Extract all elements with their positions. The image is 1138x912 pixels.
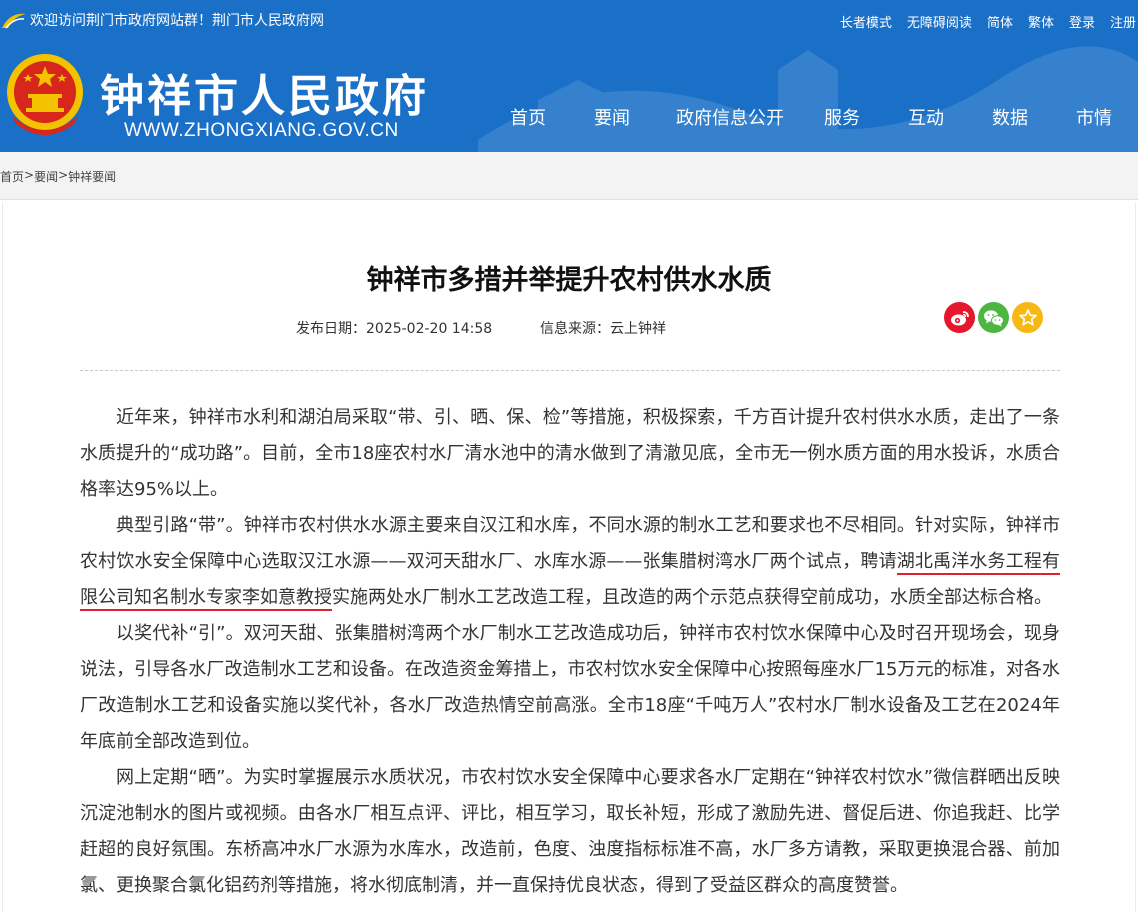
favorite-star-icon <box>1018 308 1037 326</box>
top-bar: 欢迎访问荆门市政府网站群！荆门市人民政府网 长者模式 无障碍阅读 简体 繁体 登… <box>0 0 1138 42</box>
publish-date: 发布日期：2025-02-20 14:58 <box>296 321 493 337</box>
weibo-icon <box>950 310 969 325</box>
nav-item-data[interactable]: 数据 <box>992 104 1028 130</box>
breadcrumb-bar: 首页 > 要闻 > 钟祥要闻 <box>0 152 1138 200</box>
article-paragraph: 典型引路“带”。钟祥市农村供水水源主要来自汉江和水库，不同水源的制水工艺和要求也… <box>80 508 1061 616</box>
breadcrumb-zhongxiang-news[interactable]: 钟祥要闻 <box>68 168 116 185</box>
article-paragraph: 以奖代补“引”。双河天甜、张集腊树湾两个水厂制水工艺改造成功后，钟祥市农村饮水保… <box>80 623 1060 752</box>
breadcrumb-home[interactable]: 首页 <box>0 168 24 185</box>
group-logo-icon <box>2 13 26 29</box>
share-buttons <box>944 302 1046 333</box>
paragraph-text: 实施两处水厂制水工艺改造工程，且改造的两个示范点获得空前成功，水质全部达标合格。 <box>332 587 1052 608</box>
title-divider <box>80 370 1060 371</box>
main-nav: 首页 要闻 政府信息公开 服务 互动 数据 市情 <box>488 104 1138 130</box>
senior-mode-link[interactable]: 长者模式 <box>840 12 892 31</box>
highlighted-company-name: 湖北禹洋水务工程有 <box>896 551 1061 575</box>
welcome-text[interactable]: 欢迎访问荆门市政府网站群！荆门市人民政府网 <box>30 10 324 30</box>
nav-item-news[interactable]: 要闻 <box>594 104 630 130</box>
info-source: 信息来源：云上钟祥 <box>540 321 666 337</box>
breadcrumb-separator: > <box>58 168 69 182</box>
article-title: 钟祥市多措并举提升农村供水水质 <box>366 265 772 296</box>
site-header: 欢迎访问荆门市政府网站群！荆门市人民政府网 长者模式 无障碍阅读 简体 繁体 登… <box>0 0 1138 152</box>
register-link[interactable]: 注册 <box>1110 12 1136 31</box>
breadcrumb-separator: > <box>24 168 35 182</box>
article-paragraph: 近年来，钟祥市水利和湖泊局采取“带、引、晒、保、检”等措施，积极探索，千方百计提… <box>80 407 1060 500</box>
site-title[interactable]: 钟祥市人民政府 <box>100 60 429 124</box>
breadcrumb: 首页 > 要闻 > 钟祥要闻 <box>0 168 116 185</box>
wechat-icon <box>983 309 1004 326</box>
nav-item-services[interactable]: 服务 <box>824 104 860 130</box>
accessibility-link[interactable]: 无障碍阅读 <box>907 12 972 31</box>
article-body: 近年来，钟祥市水利和湖泊局采取“带、引、晒、保、检”等措施，积极探索，千方百计提… <box>80 400 1061 904</box>
national-emblem-icon[interactable] <box>4 50 86 140</box>
traditional-chinese-link[interactable]: 繁体 <box>1028 12 1054 31</box>
nav-item-interaction[interactable]: 互动 <box>908 104 944 130</box>
article-paragraph: 网上定期“晒”。为实时掌握展示水质状况，市农村饮水安全保障中心要求各水厂定期在“… <box>80 767 1060 896</box>
nav-item-gov-info[interactable]: 政府信息公开 <box>676 104 784 130</box>
favorite-button[interactable] <box>1012 302 1043 333</box>
weibo-share-button[interactable] <box>944 302 975 333</box>
breadcrumb-news[interactable]: 要闻 <box>34 168 58 185</box>
login-link[interactable]: 登录 <box>1069 12 1095 31</box>
highlighted-expert-name: 限公司知名制水专家李如意教授 <box>80 587 332 611</box>
nav-item-city-info[interactable]: 市情 <box>1076 104 1112 130</box>
site-url: WWW.ZHONGXIANG.GOV.CN <box>124 120 399 141</box>
nav-item-home[interactable]: 首页 <box>510 104 546 130</box>
welcome-banner: 欢迎访问荆门市政府网站群！荆门市人民政府网 <box>0 10 324 30</box>
top-links: 长者模式 无障碍阅读 简体 繁体 登录 注册 <box>840 12 1136 31</box>
wechat-share-button[interactable] <box>978 302 1009 333</box>
simplified-chinese-link[interactable]: 简体 <box>987 12 1013 31</box>
